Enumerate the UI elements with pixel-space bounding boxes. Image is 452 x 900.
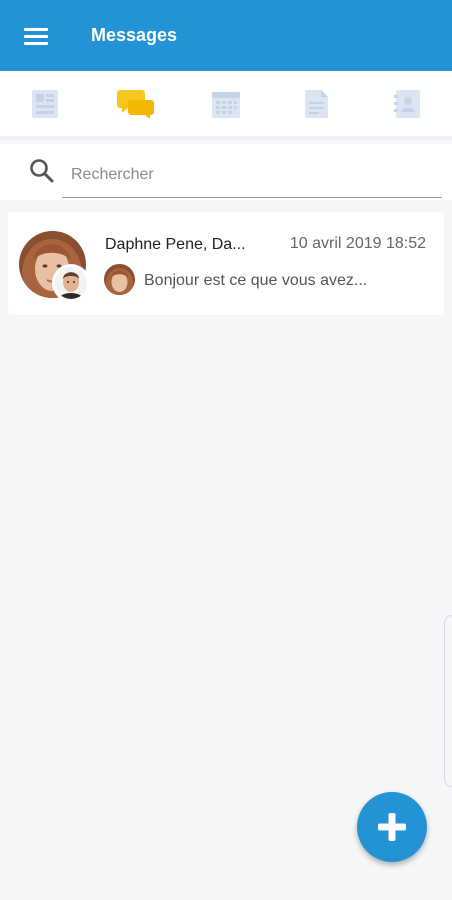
tab-bar xyxy=(0,71,452,140)
menu-button[interactable] xyxy=(6,0,66,71)
side-drawer-handle[interactable] xyxy=(444,615,452,787)
conversation-participants: Daphne Pene, Da... xyxy=(105,236,246,253)
chat-bubbles-icon xyxy=(116,89,154,119)
page-title: Messages xyxy=(91,25,178,45)
calendar-icon xyxy=(211,91,240,118)
conversation-item[interactable]: Daphne Pene, Da... 10 avril 2019 18:52 B… xyxy=(8,212,444,315)
menu-icon xyxy=(24,27,48,45)
new-message-button[interactable] xyxy=(357,792,427,862)
app-bar: Messages xyxy=(0,0,452,71)
tab-calendar[interactable] xyxy=(196,74,256,134)
last-sender-avatar xyxy=(104,264,135,295)
tab-messages[interactable] xyxy=(106,74,166,134)
tab-documents[interactable] xyxy=(286,74,346,134)
search-icon xyxy=(30,159,54,183)
participant-avatar xyxy=(52,264,90,302)
search-input[interactable] xyxy=(62,152,442,198)
conversation-preview: Bonjour est ce que vous avez... xyxy=(144,272,368,289)
document-icon xyxy=(305,89,329,118)
tab-contacts[interactable] xyxy=(377,74,437,134)
plus-icon xyxy=(378,813,406,841)
contacts-icon xyxy=(393,89,420,118)
conversation-timestamp: 10 avril 2019 18:52 xyxy=(289,235,426,252)
news-icon xyxy=(32,89,59,118)
search-bar xyxy=(0,144,452,200)
tab-news[interactable] xyxy=(15,74,75,134)
